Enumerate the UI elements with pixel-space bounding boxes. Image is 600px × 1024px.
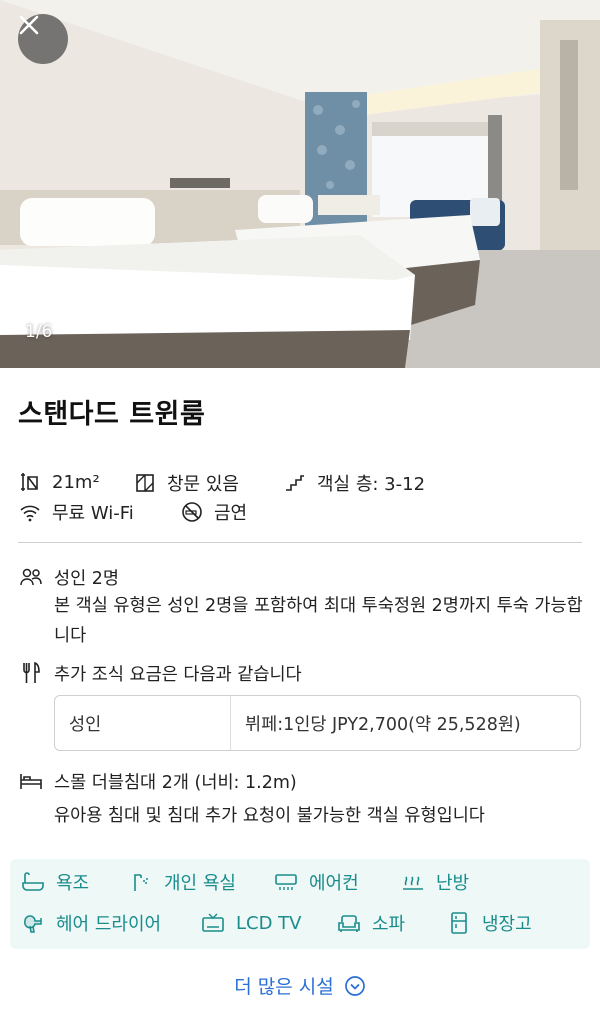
shower-icon [128, 869, 154, 895]
fork-knife-icon [18, 661, 44, 685]
feature-room-size: 21m² [18, 470, 100, 494]
occupancy-label: 성인 2명 [54, 569, 119, 589]
amenity-hair-dryer[interactable]: 헤어 드라이어 [20, 910, 161, 936]
rate-price: 뷔페:1인당 JPY2,700(약 25,528원) [245, 714, 521, 735]
stairs-icon [283, 471, 307, 495]
sofa-icon [336, 910, 362, 936]
air-conditioner-icon [273, 869, 299, 895]
breakfast-label: 추가 조식 요금은 다음과 같습니다 [54, 665, 302, 685]
feature-window: 창문 있음 [133, 470, 239, 496]
guests-icon [18, 565, 44, 589]
rate-guest-type: 성인 [55, 696, 231, 750]
breakfast-row: 추가 조식 요금은 다음과 같습니다 [18, 661, 302, 686]
chevron-down-circle-icon [344, 975, 366, 997]
occupancy-row: 성인 2명 [18, 565, 119, 590]
no-smoking-icon [180, 500, 204, 524]
amenity-lcd-tv[interactable]: LCD TV [200, 910, 302, 936]
occupancy-description: 본 객실 유형은 성인 2명을 포함하여 최대 투숙정원 2명까지 투숙 가능합… [54, 596, 583, 646]
window-icon [133, 471, 157, 495]
photo-counter: 1/6 [25, 322, 53, 342]
breakfast-rate-table: 성인 뷔페:1인당 JPY2,700(약 25,528원) [54, 695, 581, 751]
bed-note: 유아용 침대 및 침대 추가 요청이 불가능한 객실 유형입니다 [54, 806, 485, 826]
feature-floor: 객실 층: 3-12 [283, 470, 425, 496]
amenities-box: 욕조 개인 욕실 에어컨 난방 헤어 드라이어 LCD TV 소파 냉장고 [10, 859, 590, 949]
amenity-private-bathroom[interactable]: 개인 욕실 [128, 869, 236, 895]
amenity-heating[interactable]: 난방 [400, 869, 469, 895]
amenity-bathtub[interactable]: 욕조 [20, 869, 89, 895]
room-photo-image [0, 0, 600, 368]
more-amenities-button[interactable]: 더 많은 시설 [0, 972, 600, 999]
heating-icon [400, 869, 426, 895]
bed-label: 스몰 더블침대 2개 (너비: 1.2m) [54, 773, 297, 793]
bathtub-icon [20, 869, 46, 895]
amenity-air-conditioner[interactable]: 에어컨 [273, 869, 359, 895]
hair-dryer-icon [20, 910, 46, 936]
amenity-refrigerator[interactable]: 냉장고 [446, 910, 532, 936]
refrigerator-icon [446, 910, 472, 936]
wifi-icon [18, 500, 42, 524]
bed-row: 스몰 더블침대 2개 (너비: 1.2m) [18, 769, 297, 794]
feature-wifi: 무료 Wi-Fi [18, 499, 134, 525]
bed-icon [18, 769, 44, 793]
room-title: 스탠다드 트윈룸 [18, 399, 206, 430]
section-divider [18, 542, 582, 543]
close-button[interactable] [18, 14, 68, 64]
feature-no-smoking: 금연 [180, 499, 247, 525]
amenity-sofa[interactable]: 소파 [336, 910, 405, 936]
room-photo[interactable]: 1/6 [0, 0, 600, 368]
more-amenities-label: 더 많은 시설 [234, 976, 334, 998]
room-size-icon [18, 470, 42, 494]
close-icon [19, 15, 39, 35]
tv-icon [200, 910, 226, 936]
